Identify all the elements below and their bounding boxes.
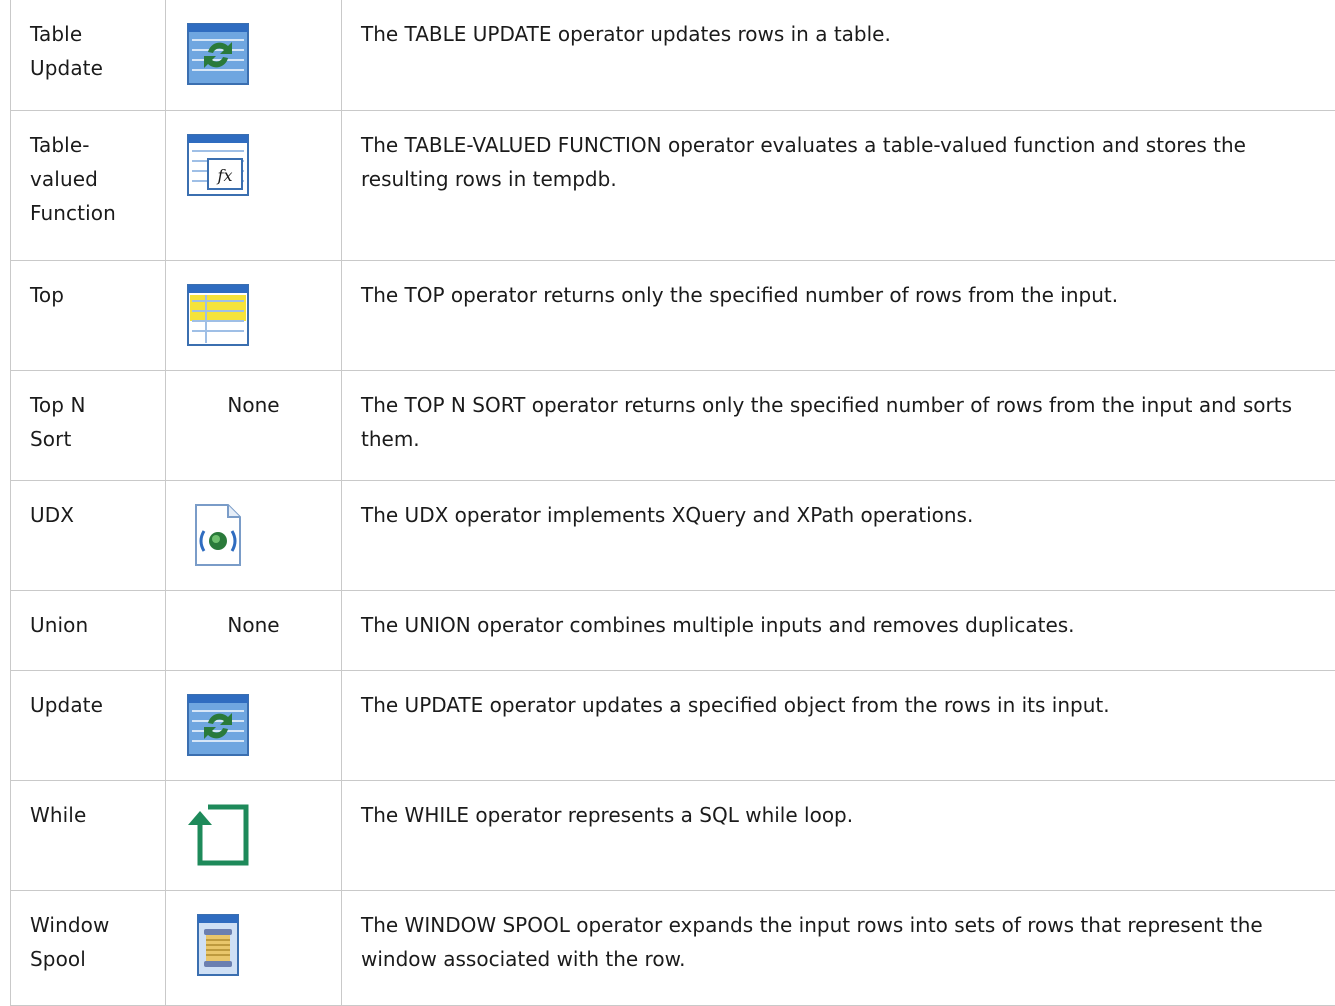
- operator-icon-cell: None: [166, 370, 342, 480]
- operator-description-cell: The TABLE UPDATE operator updates rows i…: [342, 0, 1335, 110]
- operator-name-cell: Top N Sort: [11, 370, 166, 480]
- operator-name-cell: Top: [11, 260, 166, 370]
- table-row: While The WHILE operator represents a SQ…: [11, 780, 1335, 890]
- operator-icon-cell: [166, 890, 342, 1005]
- operator-description-cell: The UPDATE operator updates a specified …: [342, 670, 1335, 780]
- operator-description: The TABLE UPDATE operator updates rows i…: [342, 0, 1335, 51]
- operator-description-cell: The WHILE operator represents a SQL whil…: [342, 780, 1335, 890]
- operator-icon-cell: [166, 780, 342, 890]
- svg-text:fx: fx: [217, 166, 233, 185]
- operator-description: The UNION operator combines multiple inp…: [342, 591, 1335, 642]
- operators-table-body: Table Update The: [11, 0, 1335, 1005]
- while-loop-icon: [186, 803, 250, 867]
- operator-name: While: [11, 781, 165, 832]
- top-icon: [186, 283, 250, 347]
- operators-table: Table Update The: [10, 0, 1335, 1006]
- operator-name-cell: UDX: [11, 480, 166, 590]
- operator-description: The TOP operator returns only the specif…: [342, 261, 1335, 312]
- operator-name: Table Update: [11, 0, 165, 85]
- window-spool-icon: [186, 913, 250, 977]
- table-row: Update The UPDAT: [11, 670, 1335, 780]
- table-row: Top N Sort None The TOP N SORT operator …: [11, 370, 1335, 480]
- operator-description-cell: The UNION operator combines multiple inp…: [342, 590, 1335, 670]
- operator-name: Table- valued Function: [11, 111, 165, 230]
- operator-name: Window Spool: [11, 891, 165, 976]
- operator-name: Top N Sort: [11, 371, 165, 456]
- table-row: Window Spool: [11, 890, 1335, 1005]
- operator-description: The WHILE operator represents a SQL whil…: [342, 781, 1335, 832]
- operator-name: Union: [11, 591, 165, 642]
- operator-description: The TABLE-VALUED FUNCTION operator evalu…: [342, 111, 1335, 196]
- operator-description-cell: The TOP N SORT operator returns only the…: [342, 370, 1335, 480]
- operator-icon-cell: [166, 260, 342, 370]
- operator-name-cell: Update: [11, 670, 166, 780]
- operator-description: The UDX operator implements XQuery and X…: [342, 481, 1335, 532]
- no-icon-label: None: [166, 371, 341, 422]
- operator-icon-cell: [166, 480, 342, 590]
- operator-name-cell: Table- valued Function: [11, 110, 166, 260]
- operator-icon-cell: fx: [166, 110, 342, 260]
- update-icon: [186, 693, 250, 757]
- operator-description: The TOP N SORT operator returns only the…: [342, 371, 1335, 456]
- operator-name-cell: While: [11, 780, 166, 890]
- table-row: Union None The UNION operator combines m…: [11, 590, 1335, 670]
- table-row: Table Update The: [11, 0, 1335, 110]
- operator-name-cell: Table Update: [11, 0, 166, 110]
- operator-name: UDX: [11, 481, 165, 532]
- operator-icon-cell: [166, 670, 342, 780]
- operator-description: The UPDATE operator updates a specified …: [342, 671, 1335, 722]
- operator-icon-cell: [166, 0, 342, 110]
- operator-description-cell: The UDX operator implements XQuery and X…: [342, 480, 1335, 590]
- operator-name-cell: Window Spool: [11, 890, 166, 1005]
- operator-name: Top: [11, 261, 165, 312]
- table-row: UDX The UDX operator implements XQuery a…: [11, 480, 1335, 590]
- operator-name-cell: Union: [11, 590, 166, 670]
- operator-description: The WINDOW SPOOL operator expands the in…: [342, 891, 1335, 976]
- table-row: Top The TOP op: [11, 260, 1335, 370]
- operator-description-cell: The TOP operator returns only the specif…: [342, 260, 1335, 370]
- operator-name: Update: [11, 671, 165, 722]
- operator-icon-cell: None: [166, 590, 342, 670]
- operator-description-cell: The WINDOW SPOOL operator expands the in…: [342, 890, 1335, 1005]
- no-icon-label: None: [166, 591, 341, 642]
- table-valued-function-icon: fx: [186, 133, 250, 197]
- udx-icon: [186, 503, 250, 567]
- table-row: Table- valued Function fx: [11, 110, 1335, 260]
- operator-description-cell: The TABLE-VALUED FUNCTION operator evalu…: [342, 110, 1335, 260]
- table-update-icon: [186, 22, 250, 86]
